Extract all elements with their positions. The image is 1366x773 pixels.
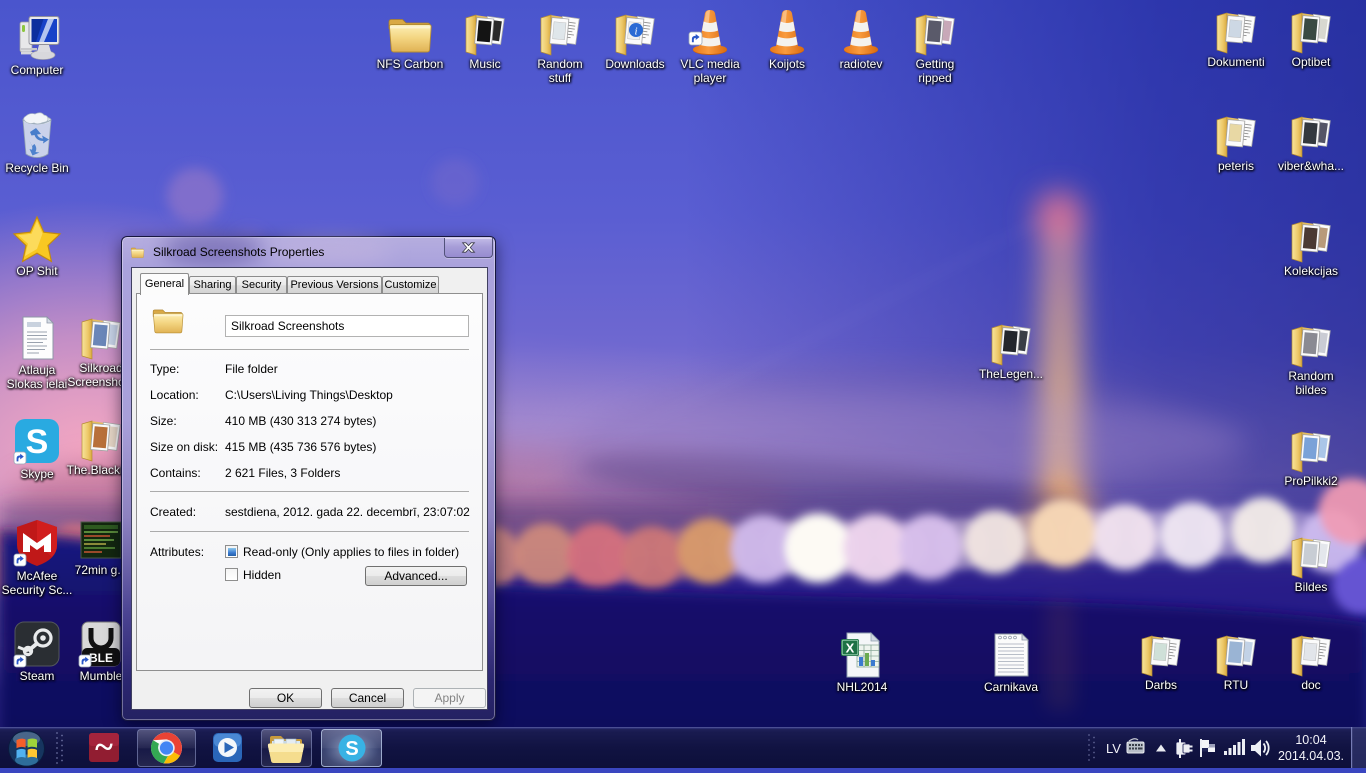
svg-text:S: S [345, 738, 358, 760]
svg-text:2014.04.03.: 2014.04.03. [1278, 749, 1344, 763]
svg-text:LV: LV [1106, 741, 1121, 756]
svg-text:X: X [846, 641, 855, 656]
svg-text:~: ~ [95, 729, 113, 766]
svg-text:S: S [26, 423, 49, 461]
svg-text:10:04: 10:04 [1295, 733, 1326, 747]
svg-text:i: i [634, 26, 637, 38]
svg-text:BLE: BLE [89, 651, 113, 665]
